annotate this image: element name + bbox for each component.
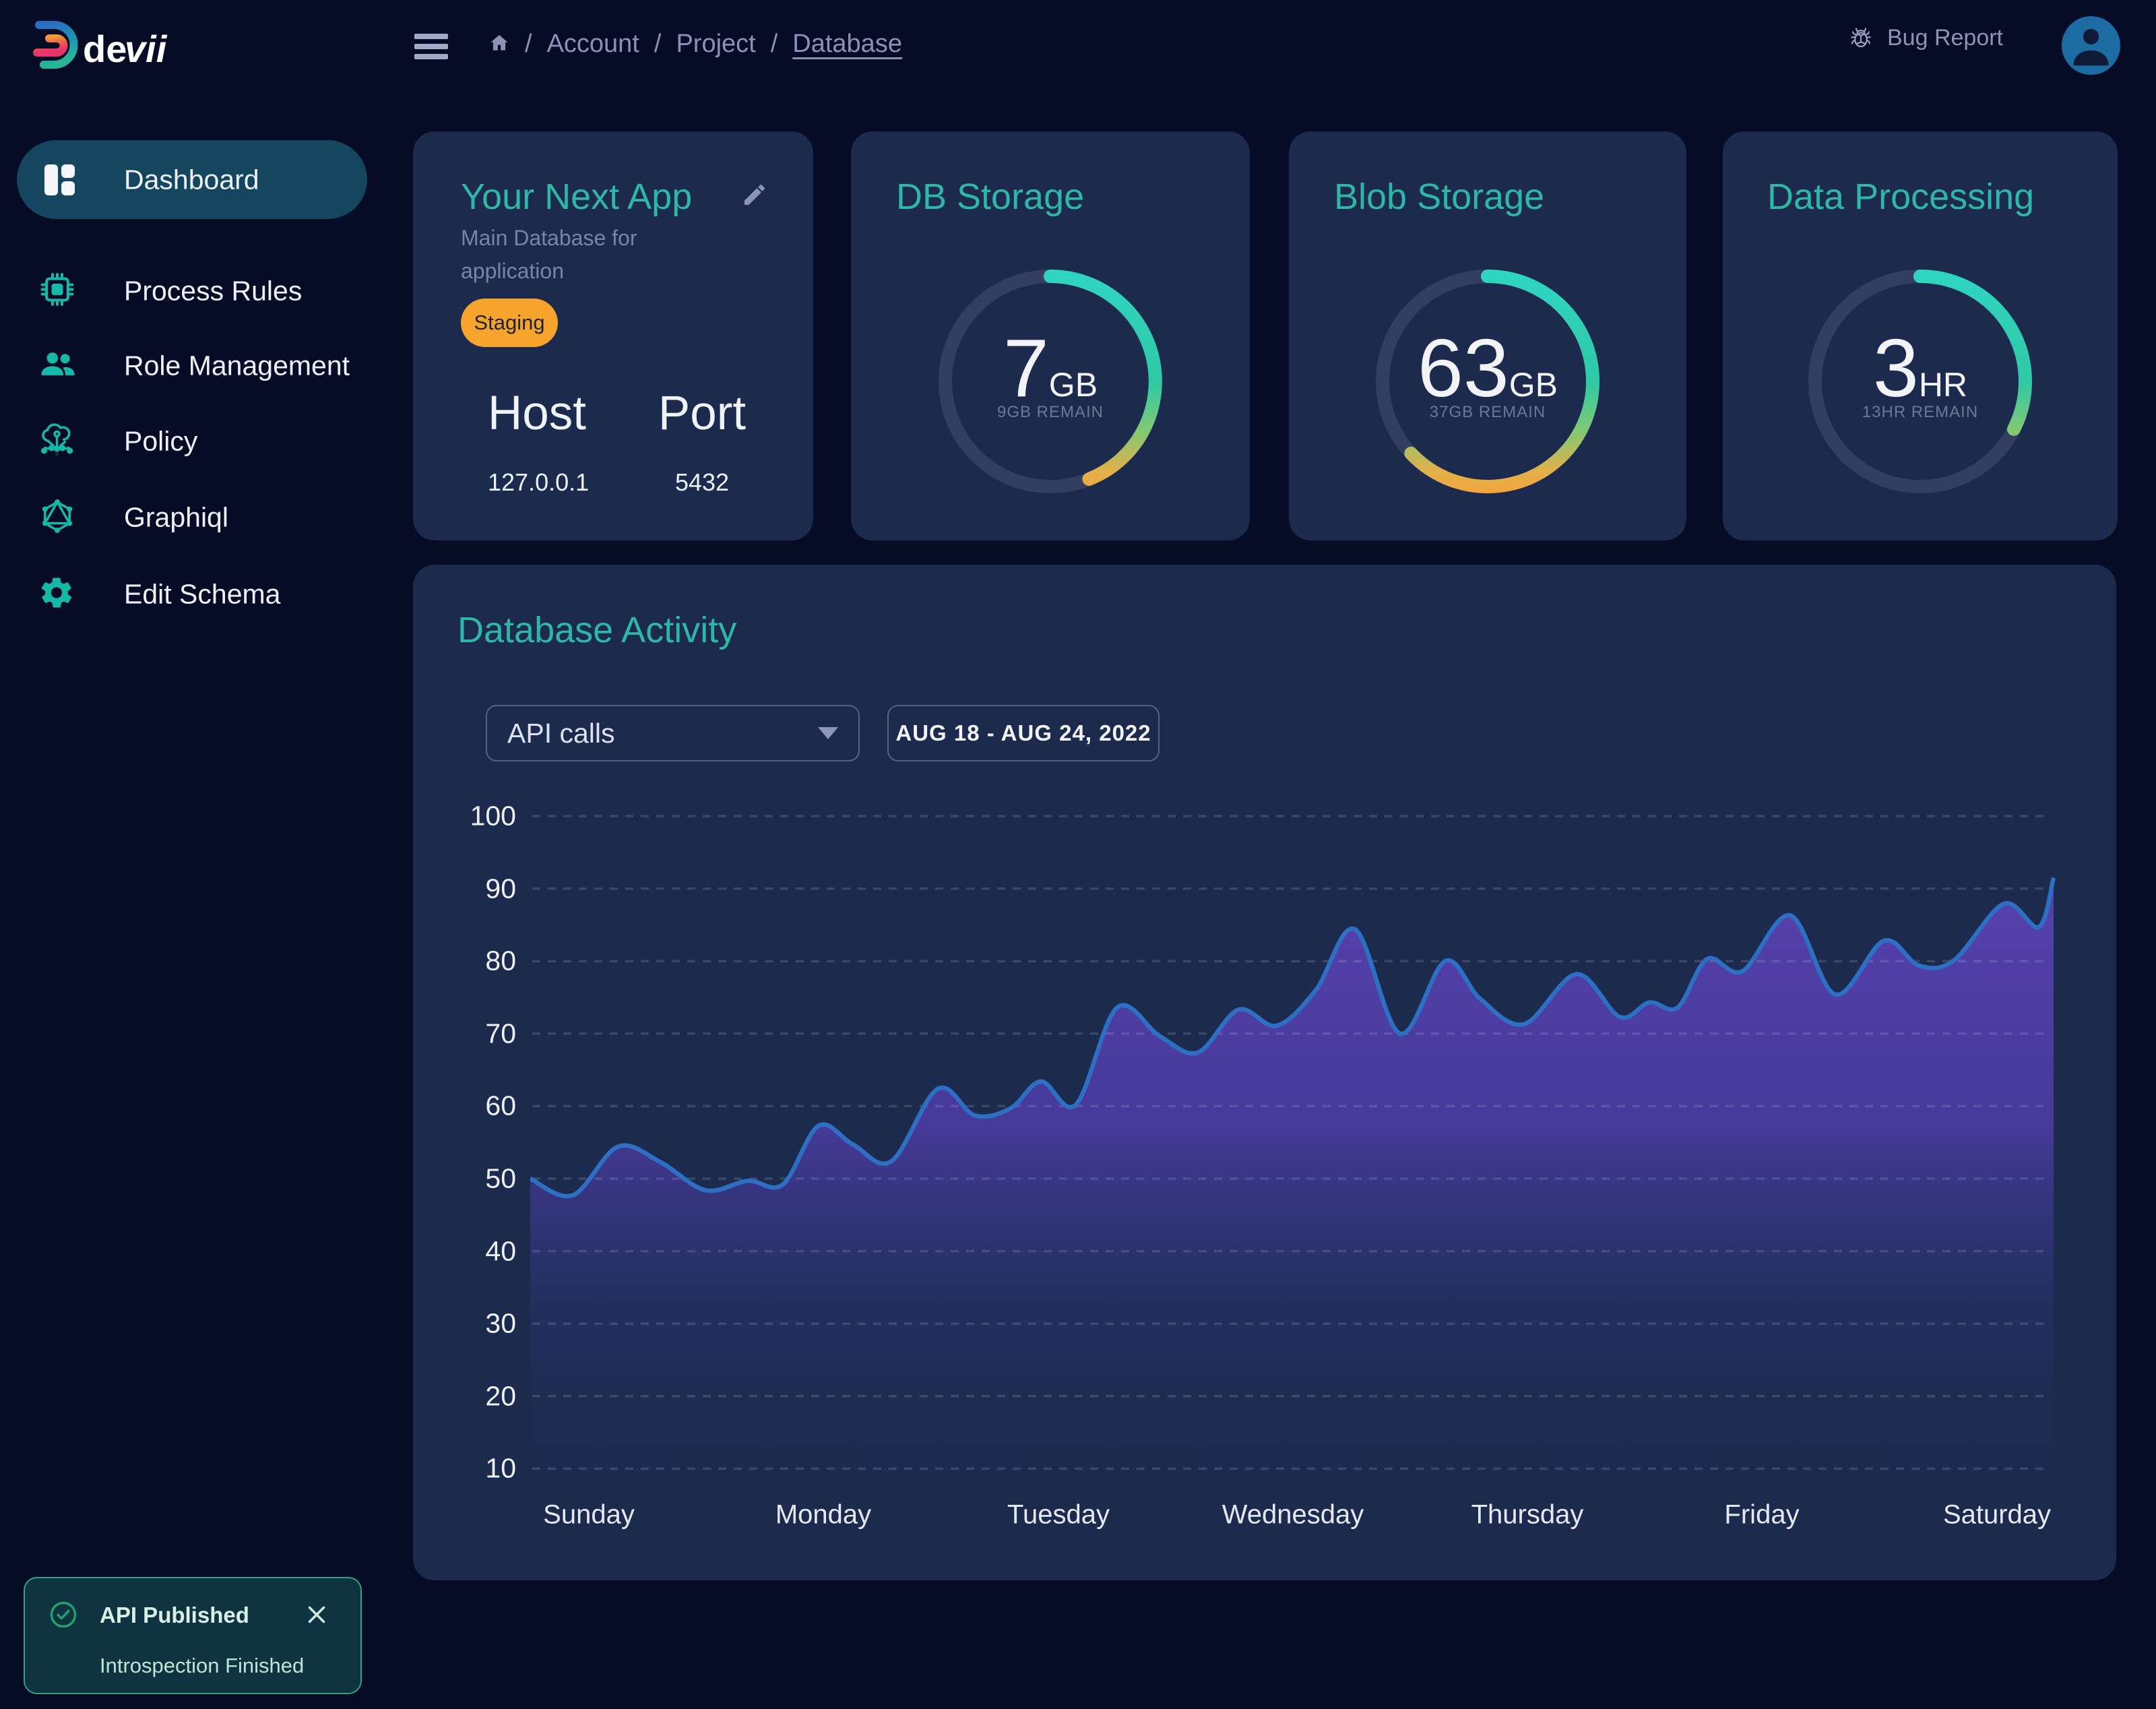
- svg-text:vii: vii: [125, 28, 168, 70]
- svg-text:de: de: [83, 28, 127, 70]
